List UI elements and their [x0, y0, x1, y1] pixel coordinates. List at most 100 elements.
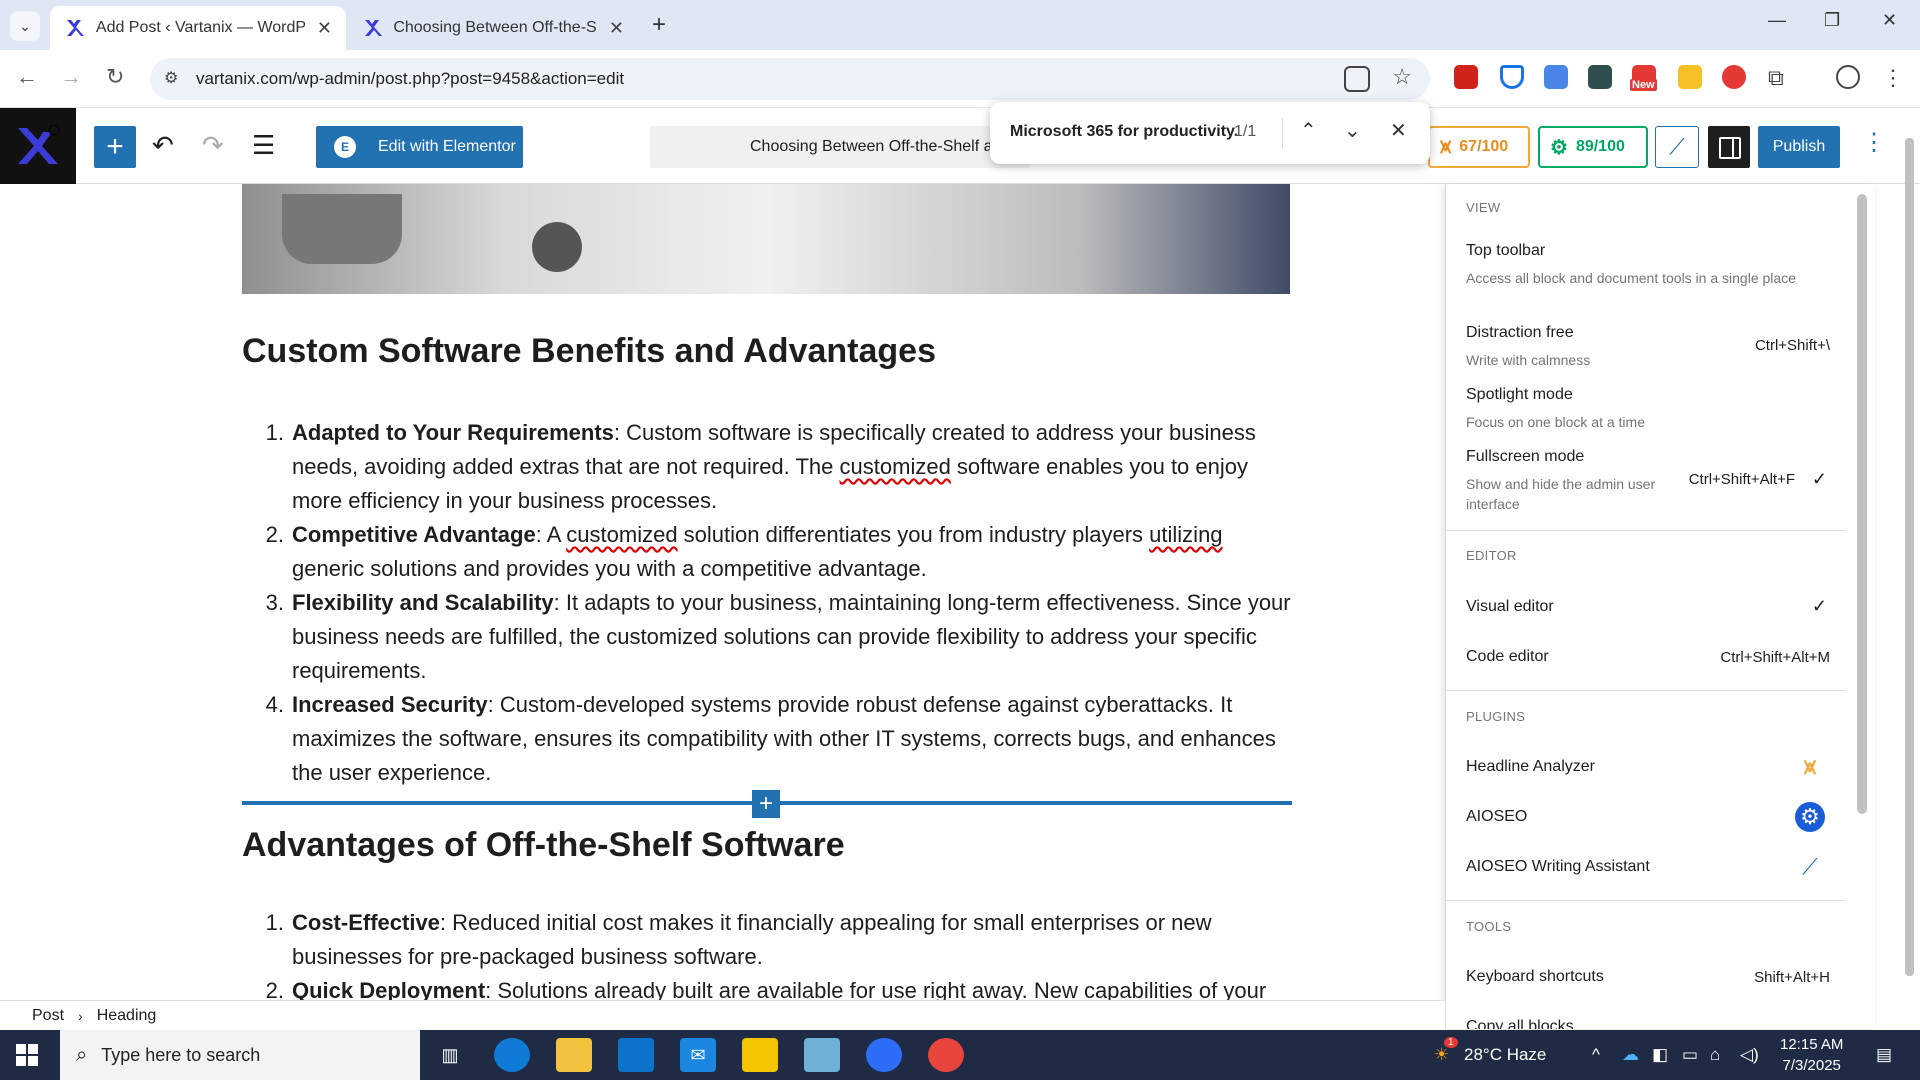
scrollbar-thumb[interactable]	[1905, 138, 1914, 976]
list-block[interactable]: 1. Cost-Effective: Reduced initial cost …	[242, 906, 1292, 1000]
editor-canvas[interactable]: Custom Software Benefits and Advantages …	[0, 184, 1445, 1000]
find-match-count: 1/1	[1234, 123, 1257, 140]
restore-button[interactable]: ❐	[1824, 10, 1840, 31]
inline-inserter-button[interactable]: +	[752, 790, 780, 818]
screen-extension-icon[interactable]	[1588, 65, 1612, 89]
close-icon: ✕	[1390, 120, 1407, 142]
chevron-up-icon: ⌃	[1300, 120, 1317, 142]
zoom-icon[interactable]	[866, 1038, 902, 1072]
site-settings-icon[interactable]: ⚙	[164, 68, 178, 88]
yellow-extension-icon[interactable]	[1678, 65, 1702, 89]
aioseo-score-button[interactable]: ⚙ 89/100	[1538, 126, 1648, 168]
document-title-text: Choosing Between Off-the-Shelf a	[750, 138, 993, 155]
heading-block[interactable]: Custom Software Benefits and Advantages	[242, 332, 936, 371]
site-logo[interactable]	[0, 108, 76, 184]
options-menu-button[interactable]: ⋮	[1862, 128, 1886, 157]
new-extension-icon[interactable]: New	[1630, 65, 1657, 91]
pdf-extension-icon[interactable]	[1454, 65, 1478, 89]
menu-scrollbar[interactable]	[1857, 194, 1867, 814]
volume-icon[interactable]: ◁)	[1740, 1045, 1759, 1065]
weather-text: 28°C Haze	[1463, 1045, 1547, 1064]
new-tab-button[interactable]: +	[652, 11, 666, 39]
edge-browser-icon[interactable]	[494, 1038, 530, 1072]
app-icon[interactable]	[804, 1038, 840, 1072]
forward-button[interactable]: →	[60, 64, 82, 90]
security-icon[interactable]: ◧	[1652, 1045, 1668, 1065]
taskbar-clock[interactable]: 12:15 AM 7/3/2025	[1780, 1034, 1843, 1076]
check-icon: ✓	[1811, 469, 1827, 489]
shield-extension-icon[interactable]	[1500, 65, 1524, 89]
browser-menu-icon[interactable]: ⋮	[1882, 65, 1906, 90]
minimize-button[interactable]: —	[1768, 10, 1786, 31]
find-query-text[interactable]: Microsoft 365 for productivity.	[1010, 123, 1238, 141]
tab-choosing-between[interactable]: Choosing Between Off-the-Shel ✕	[348, 6, 638, 50]
breadcrumb-item-heading[interactable]: Heading	[97, 1007, 157, 1025]
file-explorer-icon[interactable]	[556, 1038, 592, 1072]
vartanix-favicon-icon	[64, 17, 86, 39]
chevron-up-icon[interactable]: ^	[1592, 1045, 1600, 1065]
heading-block[interactable]: Advantages of Off-the-Shelf Software	[242, 826, 845, 865]
magic-wand-icon: ⟋	[1802, 854, 1818, 879]
headline-analyzer-score-button[interactable]: ⩙ 67/100	[1428, 126, 1530, 168]
pokeball-extension-icon[interactable]	[1722, 65, 1746, 89]
list-item[interactable]: 1. Adapted to Your Requirements: Custom …	[242, 416, 1292, 518]
chevron-right-icon: ›	[78, 1007, 83, 1024]
close-icon[interactable]: ✕	[317, 18, 332, 39]
menu-group-title-plugins: PLUGINS	[1466, 709, 1526, 724]
reload-button[interactable]: ↻	[106, 64, 124, 90]
shortcut-text: Ctrl+Shift+Alt+F	[1688, 471, 1795, 488]
list-item[interactable]: 4. Increased Security: Custom-developed …	[242, 688, 1292, 790]
find-in-page-icon[interactable]	[1344, 66, 1370, 92]
undo-icon: ↶	[152, 130, 174, 160]
settings-sidebar-toggle[interactable]	[1708, 126, 1750, 168]
writing-assistant-button[interactable]: ⟋	[1655, 126, 1699, 168]
block-inserter-button[interactable]: +	[94, 126, 136, 168]
breadcrumb-item-post[interactable]: Post	[32, 1007, 64, 1025]
list-item[interactable]: 3. Flexibility and Scalability: It adapt…	[242, 586, 1292, 688]
find-close-button[interactable]: ✕	[1390, 118, 1407, 143]
sticky-notes-icon[interactable]	[742, 1038, 778, 1072]
list-block[interactable]: 1. Adapted to Your Requirements: Custom …	[242, 416, 1292, 790]
close-icon[interactable]: ✕	[609, 18, 624, 39]
microsoft-store-icon[interactable]	[618, 1038, 654, 1072]
task-view-icon[interactable]: ▥	[432, 1038, 468, 1072]
list-item[interactable]: 1. Cost-Effective: Reduced initial cost …	[242, 906, 1292, 974]
featured-image-block[interactable]	[242, 184, 1290, 294]
puzzle-extensions-icon[interactable]: ⧉	[1768, 65, 1792, 90]
options-dropdown-menu: VIEW Top toolbar Access all block and do…	[1445, 184, 1875, 1029]
address-bar[interactable]: ⚙ vartanix.com/wp-admin/post.php?post=94…	[150, 58, 1430, 100]
weather-widget[interactable]: ☀ 1 28°C Haze	[1434, 1037, 1547, 1065]
battery-icon[interactable]: ▭	[1682, 1045, 1698, 1065]
redo-button[interactable]: ↷	[202, 130, 224, 161]
chrome-icon[interactable]	[928, 1038, 964, 1072]
back-button[interactable]: ←	[16, 64, 38, 90]
document-overview-button[interactable]: ☰	[252, 130, 275, 161]
magic-wand-icon: ⟋	[1669, 134, 1685, 159]
notifications-icon[interactable]: ▤	[1876, 1045, 1892, 1065]
tab-add-post[interactable]: Add Post ‹ Vartanix — WordPre ✕	[50, 6, 346, 50]
url-text[interactable]: vartanix.com/wp-admin/post.php?post=9458…	[196, 69, 624, 89]
find-previous-button[interactable]: ⌃	[1300, 118, 1317, 143]
list-item[interactable]: 2. Competitive Advantage: A customized s…	[242, 518, 1292, 586]
onedrive-cloud-icon[interactable]: ☁	[1622, 1045, 1639, 1065]
browser-toolbar: ← → ↻ ⚙ vartanix.com/wp-admin/post.php?p…	[0, 50, 1920, 108]
publish-button[interactable]: Publish	[1758, 126, 1840, 168]
network-icon[interactable]: ⌂	[1710, 1045, 1720, 1065]
mail-icon[interactable]: ✉	[680, 1038, 716, 1072]
page-scrollbar[interactable]	[1903, 118, 1915, 998]
list-item[interactable]: 2. Quick Deployment: Solutions already b…	[242, 974, 1292, 1000]
tab-search-button[interactable]: ⌄	[10, 11, 40, 41]
bookmark-star-icon[interactable]: ☆	[1392, 64, 1412, 90]
document-title-bar[interactable]: Choosing Between Off-the-Shelf a	[650, 126, 1030, 168]
close-window-button[interactable]: ✕	[1882, 10, 1897, 31]
weather-icon: ☀	[1434, 1045, 1450, 1064]
headline-score-text: 67/100	[1459, 138, 1509, 155]
undo-button[interactable]: ↶	[152, 130, 174, 161]
docs-extension-icon[interactable]	[1544, 65, 1568, 89]
plus-icon: +	[758, 790, 773, 817]
start-button[interactable]	[16, 1044, 38, 1066]
edit-with-elementor-button[interactable]: E Edit with Elementor	[316, 126, 523, 168]
profile-avatar-icon[interactable]	[1836, 65, 1860, 89]
find-next-button[interactable]: ⌄	[1344, 118, 1361, 143]
taskbar-search-input[interactable]: ⌕ Type here to search	[60, 1030, 420, 1080]
